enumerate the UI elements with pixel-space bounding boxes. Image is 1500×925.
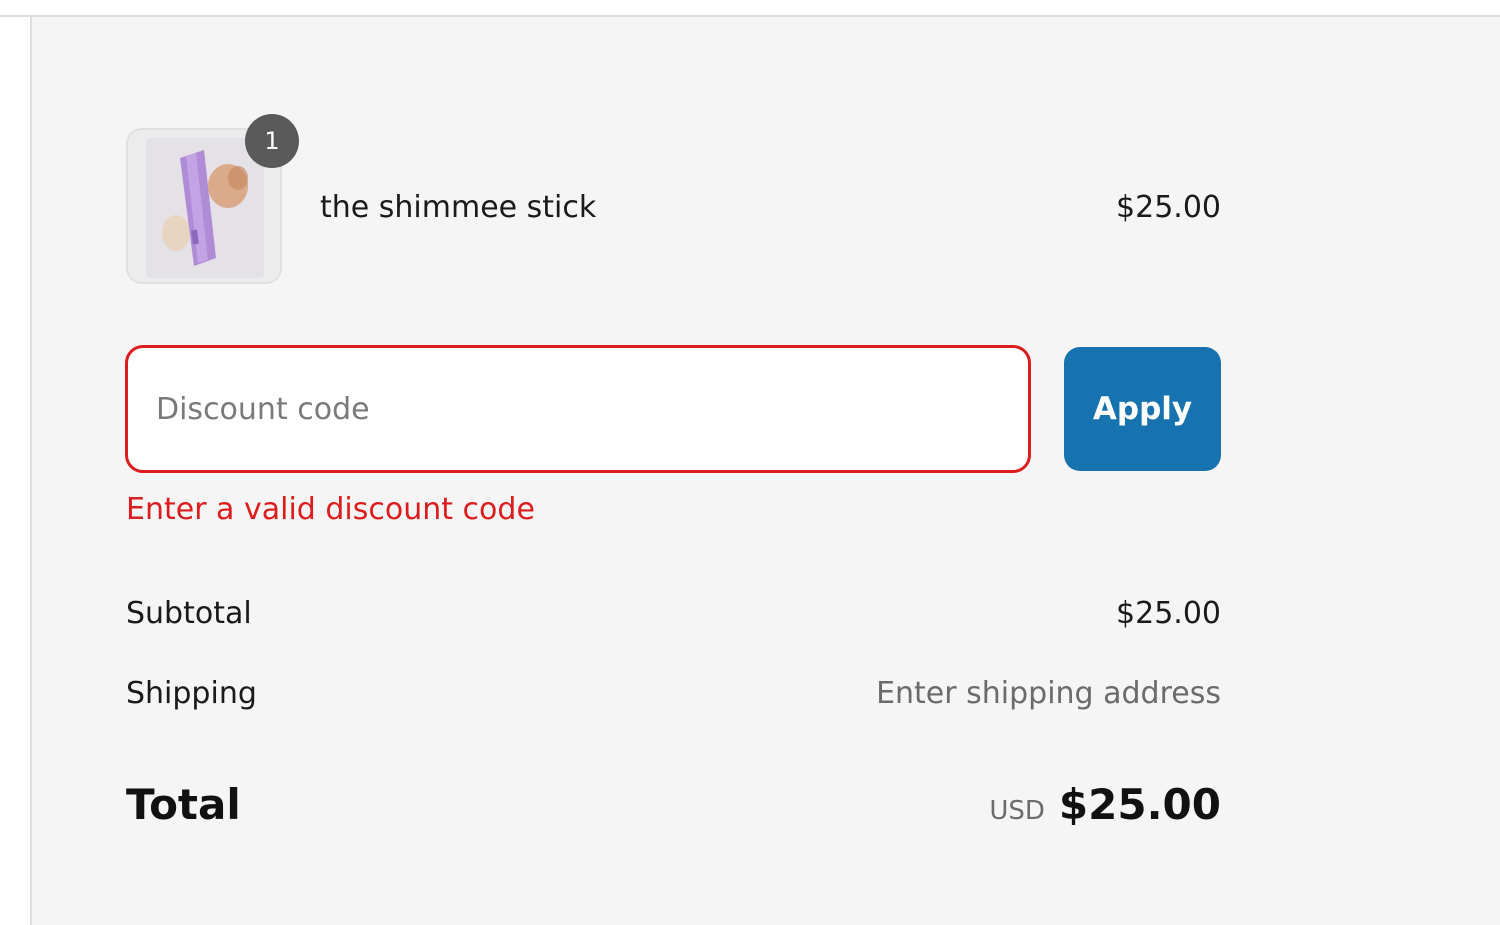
total-amount: $25.00 [1058,780,1221,829]
currency-code: USD [989,796,1045,826]
product-image [146,138,264,278]
shipping-label: Shipping [126,676,257,711]
discount-code-input[interactable] [125,345,1031,473]
total-value: USD $25.00 [989,780,1221,829]
product-name: the shimmee stick [320,190,597,225]
apply-discount-button[interactable]: Apply [1064,347,1221,471]
product-price: $25.00 [1116,190,1221,225]
total-label: Total [126,780,241,829]
discount-error-message: Enter a valid discount code [126,492,535,527]
left-column-edge [0,17,30,925]
top-strip [0,0,1500,15]
subtotal-value: $25.00 [1116,596,1221,631]
shipping-value: Enter shipping address [876,676,1221,711]
subtotal-label: Subtotal [126,596,252,631]
product-line-item: 1 the shimmee stick $25.00 [126,114,1221,288]
product-image-art [162,150,248,266]
quantity-badge: 1 [245,114,299,168]
